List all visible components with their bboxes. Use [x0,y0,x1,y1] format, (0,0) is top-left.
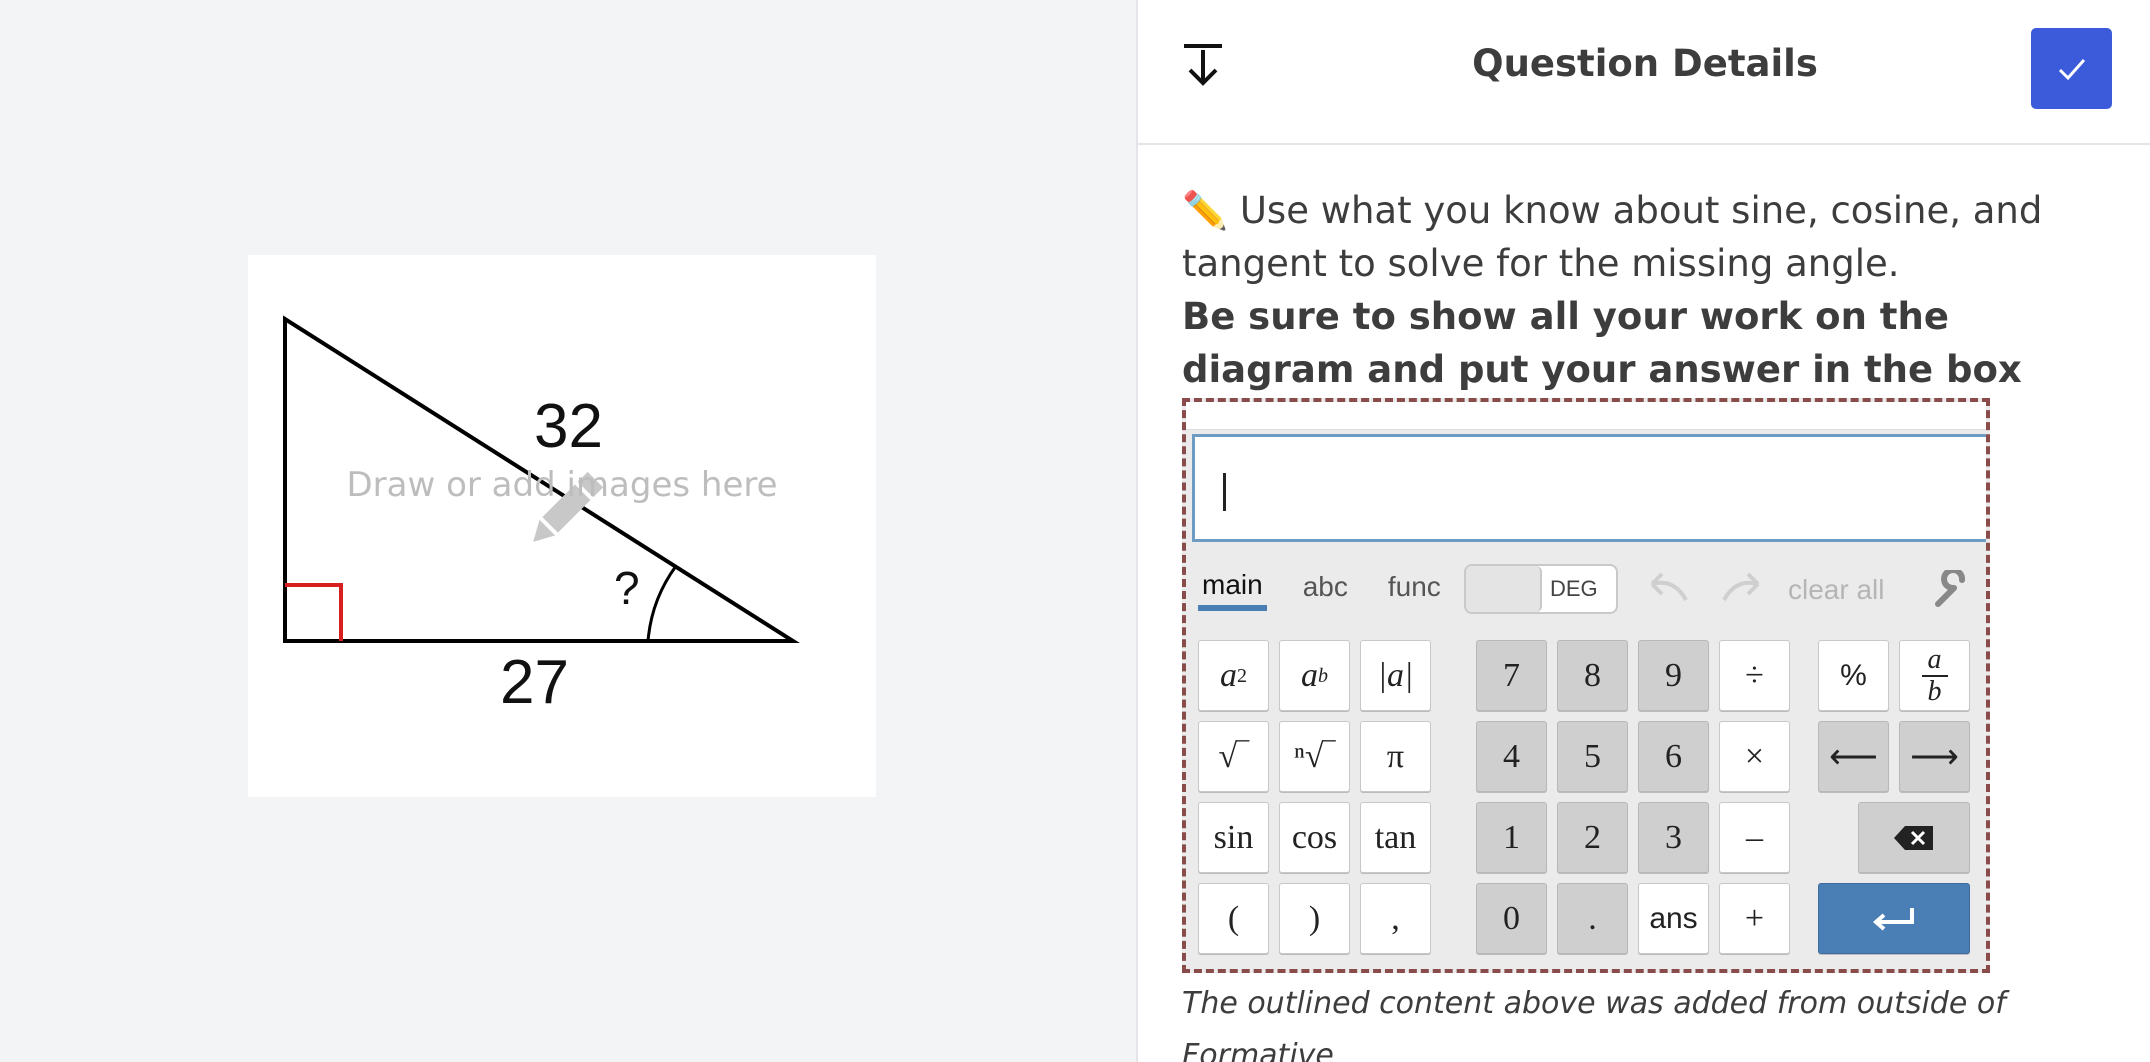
redo-icon[interactable] [1718,570,1766,606]
key-9[interactable]: 9 [1638,640,1709,711]
key-2[interactable]: 2 [1557,802,1628,873]
fraction-glyph: ab [1921,643,1948,707]
key-divide[interactable]: ÷ [1719,640,1790,711]
drawing-area[interactable]: 32 27 ? Draw or add images here [0,0,1136,1062]
question-prompt: Use what you know about sine, cosine, an… [1182,189,2043,285]
tab-func[interactable]: func [1384,565,1445,609]
clear-all-button[interactable]: clear all [1788,574,1884,606]
key-decimal[interactable]: . [1557,883,1628,954]
check-icon [2058,58,2085,80]
key-nth-root[interactable]: ⁿ√‾ [1279,721,1350,792]
key-minus[interactable]: – [1719,802,1790,873]
key-right-paren[interactable]: ) [1279,883,1350,954]
key-sqrt[interactable]: √‾ [1198,721,1269,792]
key-a-power-b-exp: b [1318,664,1328,687]
pencil-emoji-icon: ✏️ [1182,189,1229,232]
key-backspace[interactable] [1858,802,1970,873]
diagram-canvas[interactable]: 32 27 ? Draw or add images here [248,255,876,797]
backspace-icon [1894,825,1933,850]
key-left-paren[interactable]: ( [1198,883,1269,954]
key-a-power-b-base: a [1301,656,1318,694]
key-percent[interactable]: % [1818,640,1889,711]
embedded-math-input: main abc func DEG clear all a2 ab |a| 7 … [1182,398,1990,973]
key-cos[interactable]: cos [1279,802,1350,873]
panel-header: Question Details [1138,0,2150,145]
enter-icon [1872,907,1914,931]
key-1[interactable]: 1 [1476,802,1547,873]
key-tan[interactable]: tan [1360,802,1431,873]
key-a-power-b[interactable]: ab [1279,640,1350,711]
undo-icon[interactable] [1644,570,1692,606]
outside-content-note: The outlined content above was added fro… [1182,986,2006,1062]
fraction-numerator: a [1927,643,1942,675]
key-comma[interactable]: , [1360,883,1431,954]
key-3[interactable]: 3 [1638,802,1709,873]
key-times[interactable]: × [1719,721,1790,792]
key-sin[interactable]: sin [1198,802,1269,873]
toggle-knob [1466,566,1542,612]
key-pi[interactable]: π [1360,721,1431,792]
key-7[interactable]: 7 [1476,640,1547,711]
text-caret [1223,473,1226,511]
wrench-icon[interactable] [1932,570,1972,610]
answer-input[interactable] [1192,434,1986,542]
embed-top-bar [1186,402,1986,430]
key-arrow-right[interactable]: ⟶ [1899,721,1970,792]
key-plus[interactable]: + [1719,883,1790,954]
angle-mode-label: DEG [1550,576,1598,601]
angle-mode-toggle[interactable]: DEG [1464,564,1618,614]
key-0[interactable]: 0 [1476,883,1547,954]
page-title: Question Details [1472,42,1818,85]
key-enter[interactable] [1818,883,1970,954]
fraction-denominator: b [1927,675,1942,707]
key-8[interactable]: 8 [1557,640,1628,711]
draw-hint: Draw or add images here [346,465,778,505]
key-fraction[interactable]: ab [1899,640,1970,711]
key-absolute-value[interactable]: |a| [1360,640,1431,711]
unknown-angle-label: ? [614,562,640,614]
tab-main[interactable]: main [1198,563,1267,611]
key-4[interactable]: 4 [1476,721,1547,792]
key-a-squared[interactable]: a2 [1198,640,1269,711]
hypotenuse-label: 32 [534,392,603,461]
key-abs-label: |a| [1377,656,1414,694]
key-6[interactable]: 6 [1638,721,1709,792]
key-arrow-left[interactable]: ⟵ [1818,721,1889,792]
tab-abc[interactable]: abc [1299,565,1352,609]
keyboard-tabs: main abc func [1198,562,1477,612]
done-button[interactable] [2031,28,2112,109]
base-label: 27 [500,648,569,717]
question-details-panel: Question Details ✏️ Use what you know ab… [1136,0,2150,1062]
key-ans[interactable]: ans [1638,883,1709,954]
key-5[interactable]: 5 [1557,721,1628,792]
key-a-squared-base: a [1220,656,1237,694]
